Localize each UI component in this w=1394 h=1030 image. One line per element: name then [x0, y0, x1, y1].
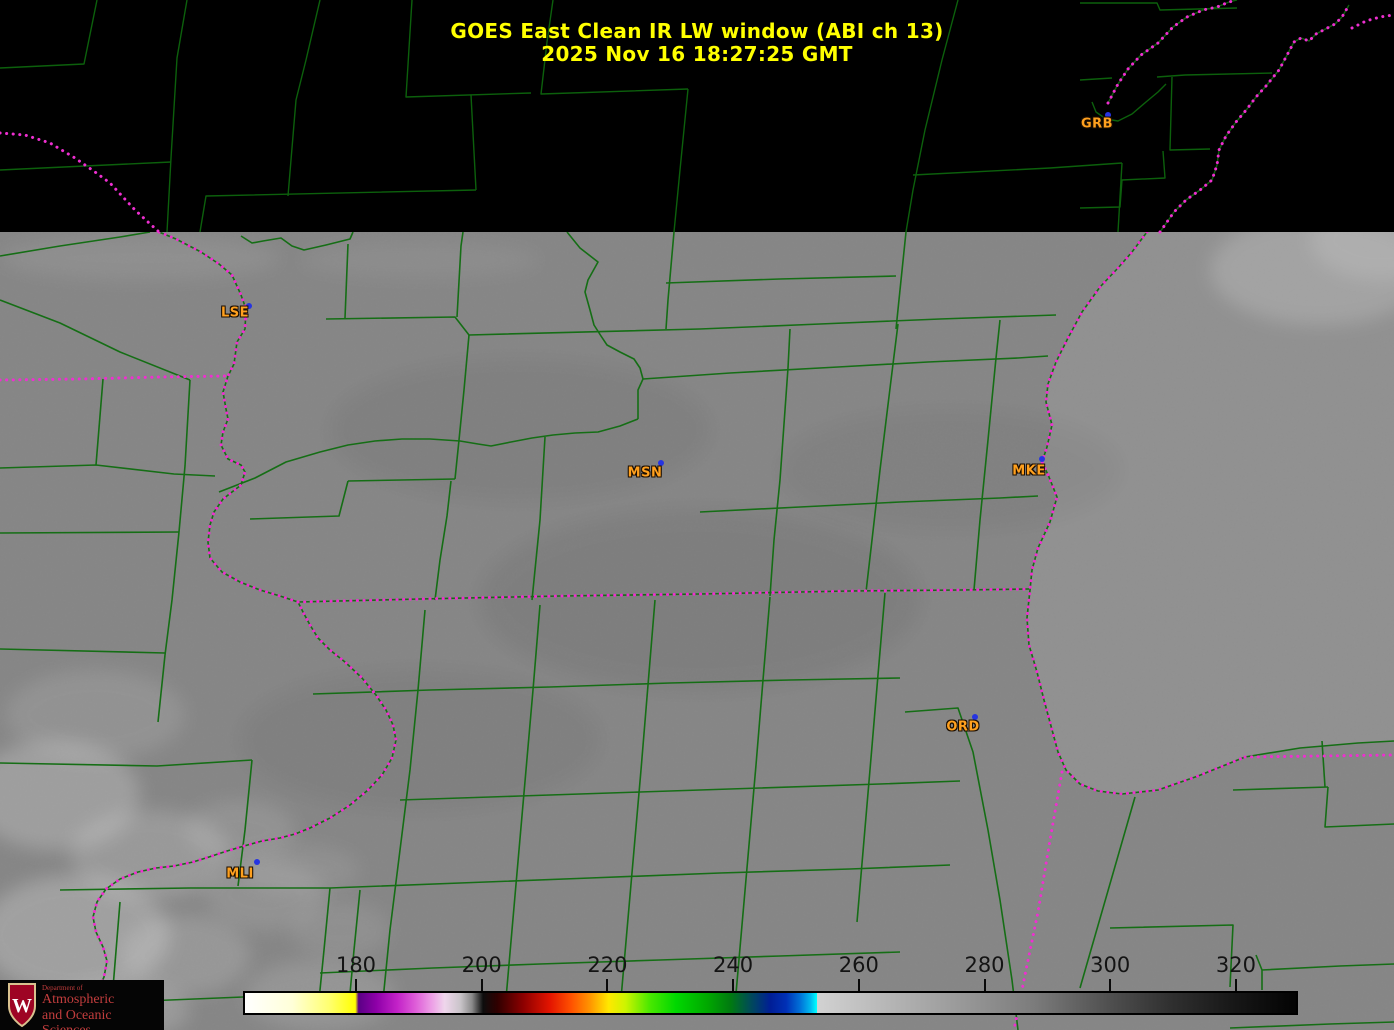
svg-text:W: W	[12, 995, 32, 1017]
colorbar-tick-mark	[983, 979, 986, 991]
colorbar-tick-mark	[1234, 979, 1237, 991]
colorbar-tick-label: 300	[1090, 953, 1131, 977]
station-label: ORD	[946, 719, 980, 735]
logo-line-1: Atmospheric	[42, 992, 115, 1007]
logo-line-2: and Oceanic Sciences	[42, 1008, 112, 1030]
title-line-1: GOES East Clean IR LW window (ABI ch 13)	[450, 19, 944, 43]
station-label: GRB	[1080, 116, 1114, 132]
colorbar-tick-mark	[1109, 979, 1112, 991]
colorbar-tick-mark	[857, 979, 860, 991]
colorbar-tick-mark	[732, 979, 735, 991]
colorbar-tick-mark	[355, 979, 357, 991]
station-label: MLI	[226, 866, 254, 882]
colorbar-tick-label: 220	[587, 953, 628, 977]
colorbar-tick-label: 320	[1215, 953, 1256, 977]
station-label: MKE	[1012, 463, 1046, 479]
station-label: LSE	[220, 305, 250, 321]
colorbar-tick-mark	[480, 979, 483, 991]
image-title: GOES East Clean IR LW window (ABI ch 13)…	[0, 20, 1394, 66]
colorbar-tick-mark	[606, 979, 609, 991]
colorbar-tick-label: 260	[838, 953, 879, 977]
temperature-colorbar	[243, 991, 1298, 1015]
colorbar-tick-label: 180	[335, 953, 377, 977]
satellite-image-viewer: GOES East Clean IR LW window (ABI ch 13)…	[0, 0, 1394, 1030]
station-label: MSN	[627, 465, 663, 481]
station-dot	[254, 859, 260, 865]
colorbar-tick-label: 240	[713, 953, 754, 977]
colorbar-tick-label: 280	[964, 953, 1005, 977]
colorbar-tick-label: 200	[461, 953, 502, 977]
station-dot	[1039, 456, 1045, 462]
title-line-2: 2025 Nov 16 18:27:25 GMT	[541, 42, 853, 66]
uw-crest-icon: W	[8, 983, 36, 1028]
map-svg	[0, 0, 1394, 1030]
uw-aos-logo: W Department of Atmospheric and Oceanic …	[0, 980, 164, 1030]
